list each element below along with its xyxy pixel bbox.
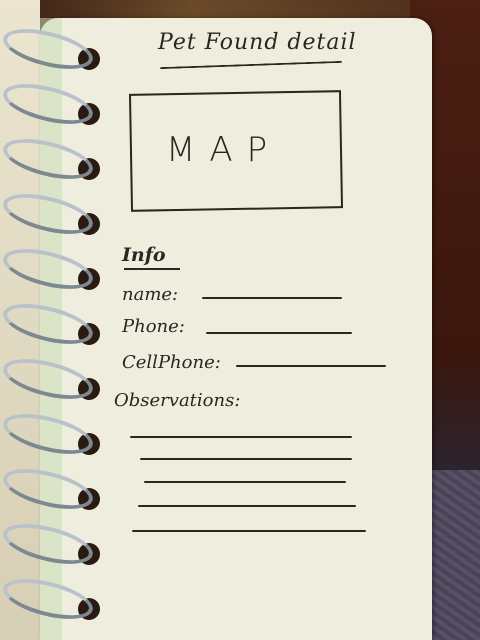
phone-field[interactable] [206,332,352,334]
map-label: MAP [166,130,282,170]
observations-line [132,530,366,532]
phone-label: Phone: [122,316,185,337]
name-label: name: [122,284,179,305]
observations-line [138,505,356,507]
observations-line [140,458,352,460]
info-underline [124,268,180,270]
cellphone-field[interactable] [236,365,386,367]
observations-label: Observations: [114,390,241,411]
observations-line [130,436,352,438]
info-heading: Info [122,244,166,266]
page-title: Pet Found detail [158,30,357,55]
observations-line [144,481,346,483]
cellphone-label: CellPhone: [122,352,221,373]
name-field[interactable] [202,297,342,299]
